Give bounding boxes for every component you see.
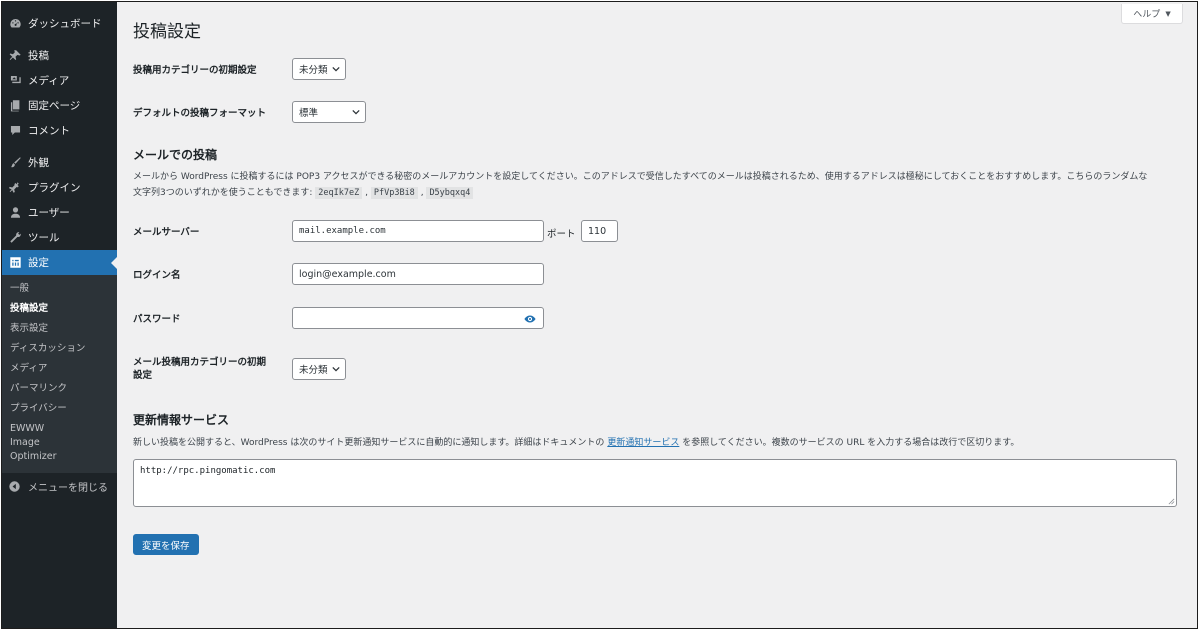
default-category-select[interactable]: 未分類 [292, 58, 346, 80]
password-input[interactable] [292, 307, 544, 329]
random-string: PfVp3Bi8 [370, 187, 418, 199]
submenu-item-permalinks[interactable]: パーマリンク [2, 379, 117, 399]
password-label: パスワード [133, 314, 181, 325]
update-services-heading: 更新情報サービス [133, 413, 230, 427]
media-icon [8, 74, 22, 88]
default-category-value: 未分類 [299, 65, 328, 76]
chevron-down-icon [352, 109, 360, 115]
submenu-item-media[interactable]: メディア [2, 359, 117, 379]
login-name-label: ログイン名 [133, 270, 181, 281]
mail-category-value: 未分類 [299, 365, 328, 376]
comment-icon [8, 124, 22, 138]
submenu-item-writing[interactable]: 投稿設定 [2, 299, 117, 319]
sidebar-item-label: 投稿 [28, 50, 49, 62]
update-services-link[interactable]: 更新通知サービス [607, 438, 679, 448]
sidebar-item-plugins[interactable]: プラグイン [2, 175, 117, 200]
default-format-label: デフォルトの投稿フォーマット [133, 108, 267, 119]
browser-frame: ダッシュボード 投稿 メディア 固定ページ コメント 外観 プラグイン ユーザー… [1, 1, 1198, 629]
sidebar-item-comments[interactable]: コメント [2, 118, 117, 143]
description-prefix: 新しい投稿を公開すると、WordPress は次のサイト更新通知サービスに自動的… [133, 438, 605, 448]
eye-icon[interactable] [523, 312, 537, 326]
sidebar-item-label: コメント [28, 125, 70, 137]
resize-handle-icon[interactable] [1168, 498, 1175, 505]
submenu-item-discussion[interactable]: ディスカッション [2, 339, 117, 359]
mail-category-select[interactable]: 未分類 [292, 358, 346, 380]
user-icon [8, 206, 22, 220]
help-tab-label: ヘルプ [1133, 10, 1161, 20]
sidebar-item-label: 設定 [28, 257, 49, 269]
sidebar-item-label: ユーザー [28, 207, 70, 219]
random-string: D5ybqxq4 [426, 187, 474, 199]
submenu-item-reading[interactable]: 表示設定 [2, 319, 117, 339]
save-changes-label: 変更を保存 [142, 540, 190, 552]
sidebar-item-appearance[interactable]: 外観 [2, 150, 117, 175]
description-line: メールから WordPress に投稿するには POP3 アクセスができる秘密の… [133, 172, 1148, 182]
login-name-value: login@example.com [299, 268, 396, 280]
sidebar-item-posts[interactable]: 投稿 [2, 43, 117, 68]
submenu-item-general[interactable]: 一般 [2, 279, 117, 299]
collapse-arrow-icon [8, 480, 22, 494]
port-input[interactable]: 110 [581, 220, 618, 242]
sidebar-item-users[interactable]: ユーザー [2, 200, 117, 225]
ping-sites-textarea[interactable]: http://rpc.pingomatic.com [133, 459, 1177, 507]
random-string: 2eqIk7eZ [315, 187, 363, 199]
dashboard-icon [8, 17, 22, 31]
login-name-input[interactable]: login@example.com [292, 263, 544, 285]
default-category-label: 投稿用カテゴリーの初期設定 [133, 65, 257, 76]
sidebar-item-dashboard[interactable]: ダッシュボード [2, 11, 117, 36]
save-changes-button[interactable]: 変更を保存 [133, 534, 199, 555]
sidebar-item-label: 固定ページ [28, 100, 81, 112]
main-content: ヘルプ ▼ 投稿設定 投稿用カテゴリーの初期設定 未分類 デフォルトの投稿フォー… [117, 2, 1197, 628]
mail-category-label: メール投稿用カテゴリーの初期 設定 [133, 356, 266, 382]
mail-category-label-line: メール投稿用カテゴリーの初期 [133, 357, 267, 368]
sidebar-item-media[interactable]: メディア [2, 68, 117, 93]
post-via-email-heading: メールでの投稿 [133, 148, 218, 162]
mail-server-value: mail.example.com [299, 226, 386, 236]
ping-sites-value: http://rpc.pingomatic.com [140, 466, 276, 476]
collapse-menu-label: メニューを閉じる [28, 483, 108, 494]
chevron-down-icon [332, 366, 340, 372]
default-format-value: 標準 [299, 108, 319, 119]
default-format-select[interactable]: 標準 [292, 101, 366, 123]
admin-sidebar: ダッシュボード 投稿 メディア 固定ページ コメント 外観 プラグイン ユーザー… [2, 2, 117, 628]
submenu-item-ewww[interactable]: EWWW Image Optimizer [2, 419, 82, 467]
settings-icon [8, 256, 22, 270]
mail-category-label-line: 設定 [133, 370, 153, 381]
port-label: ポート [547, 229, 576, 240]
update-services-description: 新しい投稿を公開すると、WordPress は次のサイト更新通知サービスに自動的… [133, 435, 1193, 451]
help-tab-button[interactable]: ヘルプ ▼ [1121, 4, 1183, 24]
page-title: 投稿設定 [133, 22, 201, 42]
sidebar-item-pages[interactable]: 固定ページ [2, 93, 117, 118]
sidebar-item-label: メディア [28, 75, 70, 87]
port-value: 110 [588, 225, 607, 237]
description-line: 文字列3つのいずれかを使うこともできます: 2eqIk7eZ , PfVp3Bi… [133, 185, 1193, 201]
submenu-item-privacy[interactable]: プライバシー [2, 399, 117, 419]
description-suffix: を参照してください。複数のサービスの URL を入力する場合は改行で区切ります。 [682, 438, 1020, 448]
chevron-down-icon [332, 66, 340, 72]
settings-submenu: 一般 投稿設定 表示設定 ディスカッション メディア パーマリンク プライバシー… [2, 275, 117, 473]
sidebar-item-label: 外観 [28, 157, 49, 169]
mail-server-input[interactable]: mail.example.com [292, 220, 544, 242]
sidebar-item-tools[interactable]: ツール [2, 225, 117, 250]
sidebar-item-label: プラグイン [28, 182, 81, 194]
sidebar-item-label: ツール [28, 232, 60, 244]
sidebar-item-label: ダッシュボード [28, 18, 102, 30]
plugin-icon [8, 181, 22, 195]
description-prefix: 文字列3つのいずれかを使うこともできます: [133, 188, 313, 198]
mail-server-label: メールサーバー [133, 227, 200, 238]
brush-icon [8, 156, 22, 170]
caret-down-icon: ▼ [1165, 9, 1171, 18]
wrench-icon [8, 231, 22, 245]
collapse-menu-button[interactable]: メニューを閉じる [2, 473, 117, 500]
separator: , [420, 188, 424, 198]
post-via-email-description: メールから WordPress に投稿するには POP3 アクセスができる秘密の… [133, 169, 1193, 201]
page-icon [8, 99, 22, 113]
pin-icon [8, 49, 22, 63]
separator: , [365, 188, 368, 198]
sidebar-item-settings[interactable]: 設定 [2, 250, 117, 275]
